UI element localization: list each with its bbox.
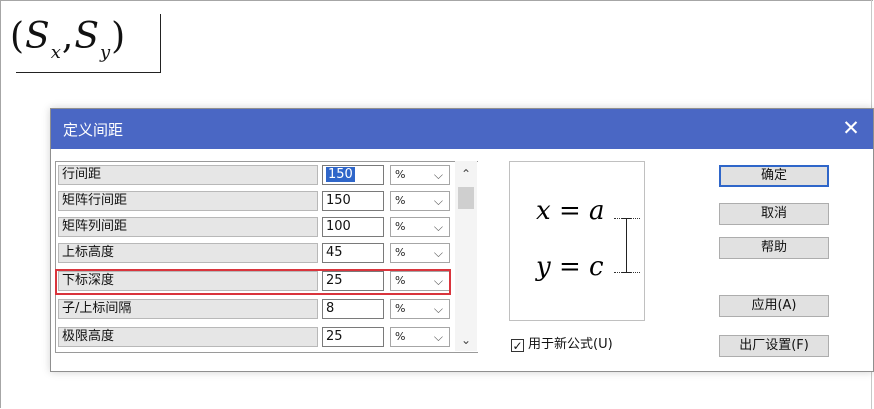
scroll-thumb[interactable] — [458, 187, 474, 209]
formula-sub-x: x — [50, 42, 62, 63]
preview-bracket-icon — [626, 218, 627, 272]
checkbox-label: 用于新公式(U) — [528, 337, 613, 352]
formula-s2: S — [74, 16, 100, 57]
formula-text: (Sx,Sy) — [10, 16, 126, 63]
formula-sub-y: y — [100, 42, 112, 63]
cancel-button[interactable]: 取消 — [719, 203, 829, 225]
spacing-preview: x = a y = c — [509, 161, 645, 321]
chevron-down-icon: ⌵ — [433, 330, 443, 344]
row-value-input[interactable]: 150 — [322, 165, 384, 185]
preview-equation-2: y = c — [536, 252, 604, 282]
row-unit-dropdown[interactable]: % ⌵ — [390, 327, 450, 347]
list-row-matrix-col-spacing[interactable]: 矩阵列间距 100 % ⌵ — [56, 216, 478, 240]
row-unit-dropdown[interactable]: % ⌵ — [390, 217, 450, 237]
chevron-down-icon: ⌵ — [433, 220, 443, 234]
row-unit-dropdown[interactable]: % ⌵ — [390, 191, 450, 211]
row-value-input[interactable]: 25 — [322, 327, 384, 347]
preview-bracket-cap-bottom — [622, 272, 631, 273]
row-value-input[interactable]: 150 — [322, 191, 384, 211]
scroll-up-icon[interactable]: ⌃ — [455, 167, 477, 181]
list-row-sub-sup-gap[interactable]: 子/上标间隔 8 % ⌵ — [56, 298, 478, 322]
list-row-superscript-height[interactable]: 上标高度 45 % ⌵ — [56, 242, 478, 266]
annotation-highlight-box — [55, 269, 451, 295]
dialog-titlebar[interactable]: 定义间距 ✕ — [51, 109, 873, 149]
factory-settings-button[interactable]: 出厂设置(F) — [719, 335, 829, 357]
formula-open-paren: ( — [10, 16, 26, 57]
define-spacing-dialog: 定义间距 ✕ 行间距 150 % ⌵ 矩阵行间距 150 % ⌵ 矩阵列间距 100… — [50, 108, 874, 372]
help-button[interactable]: 帮助 — [719, 237, 829, 259]
row-value-input[interactable]: 100 — [322, 217, 384, 237]
row-label: 极限高度 — [58, 327, 318, 347]
chevron-down-icon: ⌵ — [433, 168, 443, 182]
formula-s1: S — [25, 16, 51, 57]
close-icon[interactable]: ✕ — [839, 116, 863, 140]
row-label: 子/上标间隔 — [58, 299, 318, 319]
formula-comma: , — [61, 16, 75, 57]
row-label: 矩阵列间距 — [58, 217, 318, 237]
formula-object[interactable]: (Sx,Sy) — [10, 12, 161, 73]
apply-button[interactable]: 应用(A) — [719, 295, 829, 317]
use-for-new-formula-option[interactable]: ✓ 用于新公式(U) — [511, 333, 613, 352]
chevron-down-icon: ⌵ — [433, 246, 443, 260]
preview-equation-1: x = a — [536, 196, 605, 226]
list-scrollbar[interactable]: ⌃ ⌄ — [455, 161, 477, 351]
chevron-down-icon: ⌵ — [433, 194, 443, 208]
list-row-line-spacing[interactable]: 行间距 150 % ⌵ — [56, 164, 478, 188]
scroll-down-icon[interactable]: ⌄ — [455, 333, 477, 347]
row-unit-dropdown[interactable]: % ⌵ — [390, 299, 450, 319]
dialog-title: 定义间距 — [63, 121, 124, 139]
checkbox-checked-icon[interactable]: ✓ — [511, 339, 524, 352]
list-row-matrix-row-spacing[interactable]: 矩阵行间距 150 % ⌵ — [56, 190, 478, 214]
list-row-limit-height[interactable]: 极限高度 25 % ⌵ — [56, 326, 478, 350]
row-label: 矩阵行间距 — [58, 191, 318, 211]
ok-button[interactable]: 确定 — [719, 165, 829, 187]
row-label: 行间距 — [58, 165, 318, 185]
row-unit-dropdown[interactable]: % ⌵ — [390, 165, 450, 185]
spacing-list: 行间距 150 % ⌵ 矩阵行间距 150 % ⌵ 矩阵列间距 100 % ⌵ 上标高… — [55, 161, 478, 353]
row-value-input[interactable]: 45 — [322, 243, 384, 263]
row-unit-dropdown[interactable]: % ⌵ — [390, 243, 450, 263]
formula-close-paren: ) — [111, 16, 127, 57]
chevron-down-icon: ⌵ — [433, 302, 443, 316]
row-label: 上标高度 — [58, 243, 318, 263]
row-value-input[interactable]: 8 — [322, 299, 384, 319]
